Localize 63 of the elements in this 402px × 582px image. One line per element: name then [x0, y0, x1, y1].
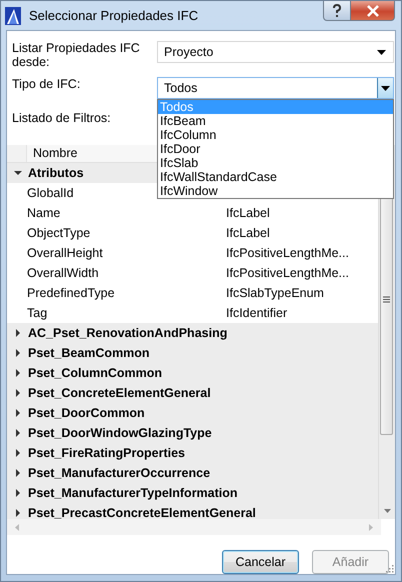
- property-row[interactable]: OverallHeight IfcPositiveLengthMe...: [7, 243, 378, 263]
- help-icon: [332, 4, 342, 18]
- caret-icon: [381, 86, 390, 90]
- grip-icon: [383, 296, 390, 302]
- property-row[interactable]: ObjectType IfcLabel: [7, 223, 378, 243]
- property-row[interactable]: PredefinedType IfcSlabTypeEnum: [7, 283, 378, 303]
- property-type: IfcPositiveLengthMe...: [226, 246, 349, 260]
- group-name: Pset_BeamCommon: [28, 346, 150, 360]
- source-label: Listar Propiedades IFC desde:: [12, 41, 141, 69]
- property-type: IfcPositiveLengthMe...: [226, 266, 349, 280]
- property-row[interactable]: Tag IfcIdentifier: [7, 303, 378, 323]
- group-name: Pset_ConcreteElementGeneral: [28, 386, 211, 400]
- group-name: Atributos: [28, 166, 84, 180]
- expand-triangle-icon[interactable]: [14, 449, 22, 457]
- group-name: Pset_ColumnCommon: [28, 366, 162, 380]
- dropdown-option[interactable]: IfcDoor: [158, 142, 393, 156]
- property-row[interactable]: OverallWidth IfcPositiveLengthMe...: [7, 263, 378, 283]
- expand-triangle-icon[interactable]: [14, 329, 22, 337]
- group-name: AC_Pset_RenovationAndPhasing: [28, 326, 228, 340]
- ifc-type-dropdown[interactable]: Todos: [157, 77, 394, 99]
- expand-triangle-icon[interactable]: [14, 349, 22, 357]
- property-name: OverallHeight: [27, 246, 103, 260]
- group-name: Pset_ManufacturerTypeInformation: [28, 486, 238, 500]
- cancel-button[interactable]: Cancelar: [222, 550, 299, 574]
- property-name: ObjectType: [27, 226, 90, 240]
- app-logo-icon: [5, 6, 21, 24]
- caret-icon: [377, 50, 386, 54]
- property-type: IfcSlabTypeEnum: [226, 286, 324, 300]
- property-name: OverallWidth: [27, 266, 99, 280]
- property-name: Tag: [27, 306, 48, 320]
- dropdown-option[interactable]: IfcColumn: [158, 128, 393, 142]
- property-name: Name: [27, 206, 60, 220]
- scroll-down-arrow-icon[interactable]: [384, 509, 391, 513]
- group-name: Pset_DoorCommon: [28, 406, 145, 420]
- help-button[interactable]: [323, 1, 351, 21]
- group-name: Pset_FireRatingProperties: [28, 446, 185, 460]
- property-type: IfcLabel: [226, 226, 270, 240]
- group-name: Pset_DoorWindowGlazingType: [28, 426, 212, 440]
- dropdown-option[interactable]: IfcSlab: [158, 156, 393, 170]
- dropdown-option[interactable]: IfcBeam: [158, 114, 393, 128]
- expand-triangle-icon[interactable]: [14, 469, 22, 477]
- property-name: GlobalId: [27, 186, 74, 200]
- close-icon: [366, 4, 380, 16]
- ifc-type-label: Tipo de IFC:: [12, 77, 82, 93]
- source-dropdown[interactable]: Proyecto: [157, 41, 394, 63]
- expand-triangle-icon[interactable]: [14, 389, 22, 397]
- expand-triangle-icon[interactable]: [14, 409, 22, 417]
- expand-triangle-icon[interactable]: [14, 369, 22, 377]
- filters-label: Listado de Filtros:: [12, 110, 112, 127]
- expand-triangle-icon[interactable]: [14, 489, 22, 497]
- dropdown-option[interactable]: IfcWallStandardCase: [158, 170, 393, 184]
- expand-triangle-icon[interactable]: [14, 509, 22, 517]
- property-type: IfcIdentifier: [226, 306, 288, 320]
- property-row[interactable]: Name IfcLabel: [7, 203, 378, 223]
- window-title: Seleccionar Propiedades IFC: [29, 8, 198, 23]
- property-name: PredefinedType: [27, 286, 115, 300]
- collapse-triangle-icon[interactable]: [14, 169, 22, 177]
- expand-triangle-icon[interactable]: [14, 429, 22, 437]
- property-type: IfcLabel: [226, 206, 270, 220]
- resize-grip-icon[interactable]: [386, 565, 394, 573]
- close-button[interactable]: [351, 1, 395, 21]
- group-name: Pset_PrecastConcreteElementGeneral: [28, 506, 256, 519]
- group-name: Pset_ManufacturerOccurrence: [28, 466, 210, 480]
